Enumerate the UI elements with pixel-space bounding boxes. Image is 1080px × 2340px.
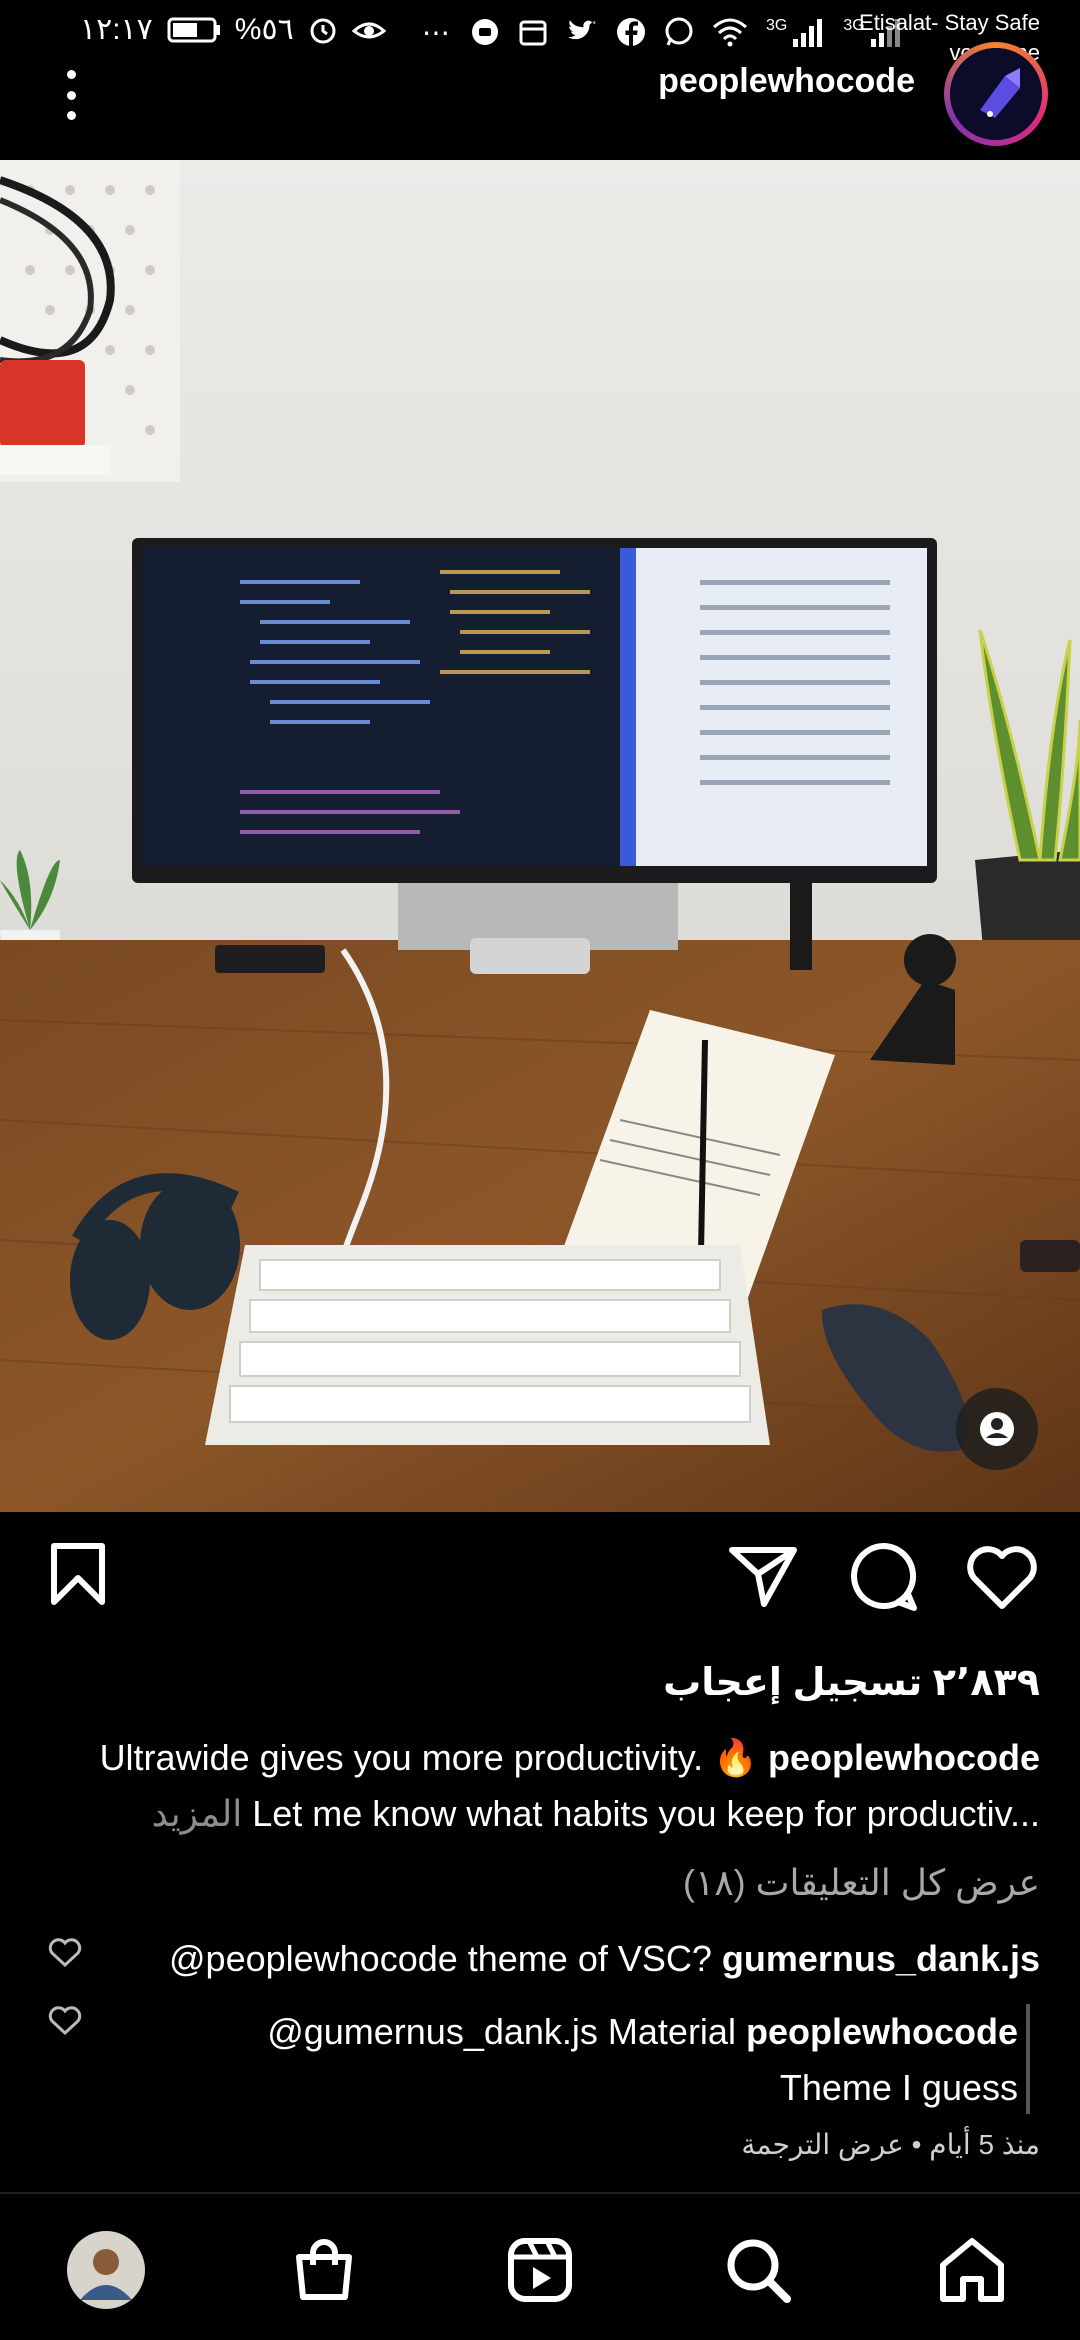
heart-icon[interactable]	[966, 1546, 1038, 1610]
post-image[interactable]	[0, 160, 1080, 1512]
bottom-nav	[0, 2194, 1080, 2340]
network-3g-label: 3G	[766, 17, 788, 34]
shop-icon	[296, 2239, 352, 2300]
carrier-1: Etisalat- Stay Safe	[859, 10, 1040, 35]
post-actions	[0, 1512, 1080, 1642]
see-translation-link[interactable]: عرض الترجمة	[741, 2129, 904, 2160]
caption-username[interactable]: peoplewhocode	[768, 1737, 1040, 1778]
more-vertical-icon[interactable]	[56, 70, 86, 120]
status-left: ١٢:١٧ %٥٦	[80, 12, 386, 47]
reply-text-2: Theme I guess	[779, 2067, 1018, 2108]
record-icon	[472, 19, 498, 45]
alarm-icon	[310, 18, 336, 43]
profile-avatar	[67, 2231, 145, 2309]
post-meta: منذ 5 أيام • عرض الترجمة	[741, 2128, 1040, 2161]
reels-icon	[508, 2238, 572, 2302]
search-icon	[727, 2239, 791, 2303]
nav-home[interactable]	[932, 2230, 1012, 2310]
post-time: منذ 5 أيام	[929, 2129, 1040, 2160]
caption-line-1: Ultrawide gives you more productivity. 🔥…	[30, 1730, 1040, 1786]
signal-icon	[793, 19, 823, 47]
caption-text-2: Let me know what habits you keep for pro…	[252, 1793, 1040, 1834]
reply-text: @gumernus_dank.js Material	[267, 2011, 736, 2052]
caption-text: Ultrawide gives you more productivity. 🔥	[99, 1737, 758, 1778]
desk-setup-photo	[0, 160, 1080, 1512]
comment-item: @peoplewhocode theme of VSC? gumernus_da…	[169, 1938, 1040, 1980]
author-logo-icon	[950, 48, 1042, 140]
wifi-icon	[713, 18, 747, 47]
tagged-users-button[interactable]	[956, 1388, 1038, 1470]
reply-thread-line	[1026, 2004, 1030, 2114]
caption-more-link[interactable]: المزيد	[152, 1793, 243, 1834]
comment-icon[interactable]	[848, 1542, 918, 1612]
eye-icon	[351, 22, 386, 38]
facebook-icon	[617, 18, 645, 46]
notification-icons: ⋯ 3G 3G	[420, 16, 903, 48]
likes-count[interactable]: ٢٬٨٣٩ تسجيل إعجاب	[663, 1660, 1040, 1705]
caption-line-2: المزيد Let me know what habits you keep …	[30, 1786, 1040, 1842]
comment-text: @peoplewhocode theme of VSC?	[169, 1938, 712, 1979]
nav-reels[interactable]	[500, 2230, 580, 2310]
post-caption: Ultrawide gives you more productivity. 🔥…	[30, 1730, 1040, 1842]
whatsapp-icon	[665, 17, 693, 46]
bookmark-icon[interactable]	[50, 1542, 106, 1606]
status-time: ١٢:١٧	[80, 13, 153, 46]
post-header-username[interactable]: peoplewhocode	[658, 62, 915, 101]
meta-separator: •	[911, 2129, 922, 2160]
battery-icon	[167, 17, 220, 42]
battery-percent: %٥٦	[234, 13, 294, 46]
share-icon[interactable]	[728, 1544, 798, 1608]
comment-like-heart-icon[interactable]	[48, 1938, 82, 1968]
status-bar: ١٢:١٧ %٥٦ ⋯ 3G 3G Etisalat- Stay Safe vo…	[0, 0, 1080, 70]
twitter-icon	[568, 20, 596, 40]
nav-profile[interactable]	[66, 2230, 146, 2310]
view-all-comments-link[interactable]: عرض كل التعليقات (١٨)	[683, 1862, 1040, 1904]
calendar-icon	[519, 20, 547, 46]
comment-like-heart-icon[interactable]	[48, 2006, 82, 2036]
comment-username[interactable]: gumernus_dank.js	[722, 1938, 1040, 1979]
comment-reply-item: @gumernus_dank.js Material peoplewhocode…	[267, 2004, 1018, 2116]
reply-username[interactable]: peoplewhocode	[746, 2011, 1018, 2052]
reply-line-1: @gumernus_dank.js Material peoplewhocode	[267, 2004, 1018, 2060]
more-dots-icon: ⋯	[422, 16, 450, 48]
nav-search[interactable]	[718, 2230, 798, 2310]
home-icon	[940, 2238, 1004, 2302]
nav-shop[interactable]	[284, 2230, 364, 2310]
user-tag-icon	[980, 1412, 1014, 1446]
post-author-avatar[interactable]	[944, 42, 1048, 146]
